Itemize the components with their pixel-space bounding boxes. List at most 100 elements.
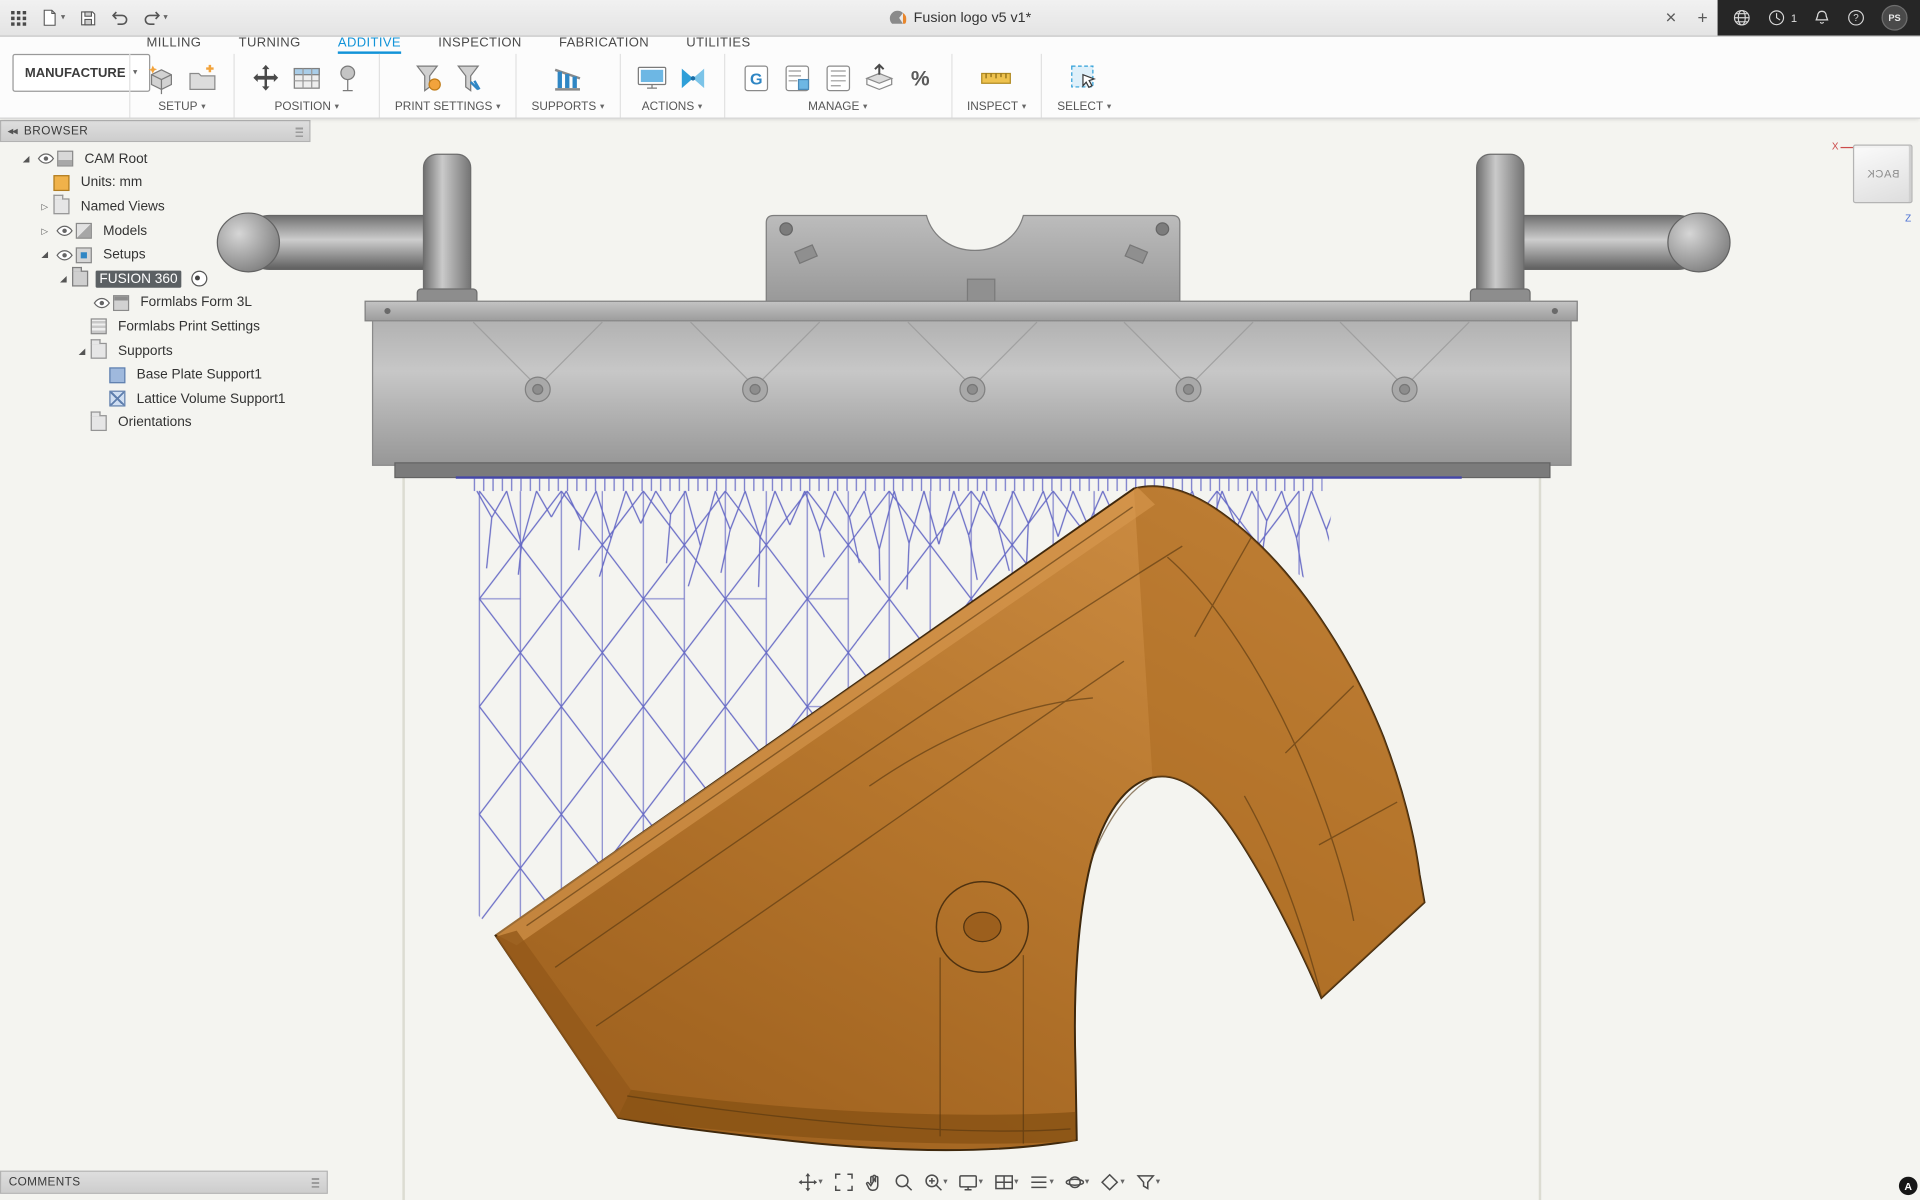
machine-settings-icon[interactable] — [452, 62, 484, 94]
machine-platform[interactable] — [365, 301, 1577, 477]
ribbon-tabs: MILLING TURNING ADDITIVE INSPECTION FABR… — [147, 36, 751, 54]
fit-view-button[interactable] — [830, 1170, 856, 1193]
pan-hand-button[interactable] — [860, 1170, 886, 1193]
model-body[interactable] — [496, 486, 1425, 1150]
view-cube[interactable]: X BACK Z — [1831, 135, 1920, 233]
nc-program-icon[interactable] — [781, 62, 813, 94]
tree-row[interactable]: ▷ Models — [0, 219, 310, 243]
tab-milling[interactable]: MILLING — [147, 36, 202, 54]
support-structures-icon[interactable] — [552, 62, 584, 94]
move-components-icon[interactable] — [250, 62, 282, 94]
expand-arrow-icon[interactable]: ◢ — [36, 250, 53, 260]
group-label-select[interactable]: SELECT — [1057, 100, 1103, 113]
tab-turning[interactable]: TURNING — [239, 36, 301, 54]
help-icon[interactable]: ? — [1847, 9, 1866, 27]
tree-item-label: Supports — [114, 342, 176, 359]
group-label-supports[interactable]: SUPPORTS — [532, 100, 597, 113]
redo-button[interactable]: ▾ — [142, 9, 167, 27]
tree-row[interactable]: Units: mm — [0, 171, 310, 195]
viewports-button[interactable]: ▾ — [990, 1170, 1022, 1193]
zoom-window-button[interactable]: ▾ — [920, 1170, 952, 1193]
tree-row[interactable]: ◢ Supports — [0, 339, 310, 363]
pan-button[interactable]: ▾ — [795, 1170, 827, 1193]
group-label-print-settings[interactable]: PRINT SETTINGS — [395, 100, 492, 113]
slicer-preview-icon[interactable] — [635, 62, 667, 94]
tree-row[interactable]: ◢ FUSION 360 — [0, 267, 310, 291]
tab-inspection[interactable]: INSPECTION — [438, 36, 521, 54]
tab-fabrication[interactable]: FABRICATION — [559, 36, 649, 54]
panel-grip[interactable] — [312, 1177, 319, 1188]
balloon-icon[interactable] — [332, 62, 364, 94]
tree-row[interactable]: Formlabs Form 3L — [0, 291, 310, 315]
tree-row[interactable]: Lattice Volume Support1 — [0, 387, 310, 411]
workspace-label: MANUFACTURE — [25, 66, 126, 81]
visibility-eye-icon[interactable] — [35, 153, 57, 164]
tree-row[interactable]: ◢ CAM Root — [0, 147, 310, 171]
machining-time-icon[interactable]: % — [904, 62, 936, 94]
generate-icon[interactable] — [676, 62, 708, 94]
expand-arrow-icon[interactable]: ▷ — [36, 226, 53, 236]
tab-utilities[interactable]: UTILITIES — [686, 36, 750, 54]
notifications-bell-icon[interactable] — [1813, 9, 1830, 27]
view-cube-face[interactable]: BACK — [1853, 144, 1913, 203]
autodesk-badge[interactable]: A — [1899, 1177, 1918, 1195]
measure-icon[interactable] — [980, 62, 1012, 94]
grid-and-snaps-button[interactable]: ▾ — [1026, 1170, 1058, 1193]
export-icon[interactable] — [863, 62, 895, 94]
browser-globe-icon[interactable] — [1732, 9, 1751, 27]
group-label-setup[interactable]: SETUP — [158, 100, 197, 113]
new-tab-button[interactable]: + — [1688, 0, 1718, 36]
new-folder-icon[interactable] — [186, 62, 218, 94]
print-settings-icon[interactable] — [411, 62, 443, 94]
undo-button[interactable] — [110, 9, 129, 27]
app-grid-icon[interactable] — [10, 9, 27, 26]
comments-bar[interactable]: COMMENTS — [0, 1171, 328, 1194]
select-icon[interactable] — [1068, 62, 1100, 94]
visibility-eye-icon[interactable] — [53, 249, 75, 260]
profile-avatar[interactable]: PS — [1882, 5, 1908, 31]
tree-item-label: Models — [99, 222, 151, 239]
handle-right[interactable] — [1470, 154, 1730, 311]
orbit-button[interactable]: ▾ — [1061, 1170, 1093, 1193]
tree-row[interactable]: ▷ Named Views — [0, 195, 310, 219]
tree-row[interactable]: Formlabs Print Settings — [0, 315, 310, 339]
active-setup-radio[interactable] — [191, 271, 207, 287]
expand-arrow-icon[interactable]: ◢ — [73, 346, 90, 356]
post-process-icon[interactable]: G — [740, 62, 772, 94]
file-menu-button[interactable]: ▾ — [41, 9, 65, 27]
setup-sheet-icon[interactable] — [822, 62, 854, 94]
look-at-button[interactable]: ▾ — [1097, 1170, 1129, 1193]
display-settings-button[interactable]: ▾ — [955, 1170, 987, 1193]
tree-row[interactable]: Base Plate Support1 — [0, 363, 310, 387]
tree-item-label: Formlabs Print Settings — [114, 318, 263, 335]
visibility-eye-icon[interactable] — [91, 297, 113, 308]
tab-additive[interactable]: ADDITIVE — [338, 36, 401, 54]
group-label-actions[interactable]: ACTIONS — [642, 100, 694, 113]
expand-arrow-icon[interactable]: ▷ — [36, 202, 53, 212]
tree-row[interactable]: Orientations — [0, 411, 310, 435]
group-position: POSITION▾ — [235, 54, 380, 118]
axis-z-label: Z — [1905, 213, 1911, 224]
group-label-manage[interactable]: MANAGE — [808, 100, 859, 113]
new-setup-icon[interactable] — [145, 62, 177, 94]
tree-item-icon — [91, 343, 107, 359]
tree-row[interactable]: ◢ Setups — [0, 243, 310, 267]
panel-grip[interactable] — [296, 126, 303, 137]
zoom-button[interactable] — [890, 1170, 916, 1193]
group-label-inspect[interactable]: INSPECT — [967, 100, 1018, 113]
group-label-position[interactable]: POSITION — [275, 100, 331, 113]
browser-header[interactable]: ◀◀ BROWSER — [0, 120, 310, 142]
selection-filter-button[interactable]: ▾ — [1132, 1170, 1164, 1193]
expand-arrow-icon[interactable]: ◢ — [17, 154, 34, 164]
document-tab[interactable]: Fusion logo v5 v1* — [889, 0, 1031, 36]
save-button[interactable] — [79, 9, 96, 26]
close-tab-button[interactable]: × — [1654, 0, 1687, 36]
chevron-down-icon: ▾ — [600, 103, 604, 112]
arrange-icon[interactable] — [291, 62, 323, 94]
visibility-eye-icon[interactable] — [53, 225, 75, 236]
job-status-icon[interactable] — [1767, 9, 1786, 27]
build-plate-bracket[interactable] — [766, 216, 1180, 309]
chevron-down-icon: ▾ — [496, 103, 500, 112]
collapse-panel-icon[interactable]: ◀◀ — [7, 127, 16, 136]
expand-arrow-icon[interactable]: ◢ — [55, 274, 72, 284]
